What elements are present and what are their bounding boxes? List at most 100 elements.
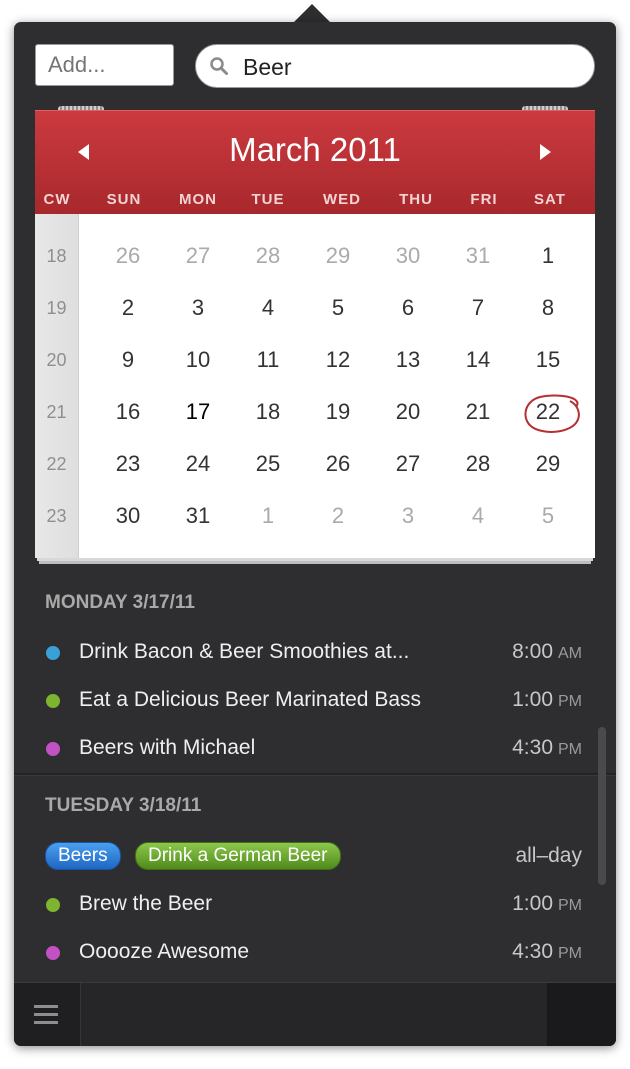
section-divider [14,773,616,776]
day-cell[interactable]: 28 [453,451,503,477]
week-number: 19 [46,298,67,318]
search-icon [210,57,228,75]
weekday-label: TUE [251,191,285,208]
event-color-dot [46,694,60,708]
day-cell[interactable]: 19 [313,399,363,425]
day-cell[interactable]: 12 [313,347,363,373]
event-title: Eat a Delicious Beer Marinated Bass [79,688,421,711]
event-title: Beers with Michael [79,736,256,759]
day-cell[interactable]: 13 [383,347,433,373]
event-title: Brew the Beer [79,892,213,915]
day-cell[interactable]: 22 [523,399,573,425]
allday-label: all–day [515,844,582,867]
allday-event-pill[interactable]: Beers [45,842,121,870]
day-cell[interactable]: 1 [243,503,293,529]
event-time: 4:30 PM [512,736,582,759]
menu-icon[interactable] [34,1005,58,1025]
calendar-popover: March 2011 CWSUNMONTUEWEDTHUFRISAT 18262… [14,22,616,1046]
section-title-monday: MONDAY 3/17/11 [45,592,195,613]
day-cell[interactable]: 8 [523,295,573,321]
search-field[interactable] [195,44,595,88]
weekday-label: SUN [106,191,142,208]
day-cell[interactable]: 3 [383,503,433,529]
week-number: 20 [46,350,67,370]
weekday-label: SAT [534,191,566,208]
triangle-right-icon [540,144,551,160]
day-cell[interactable]: 14 [453,347,503,373]
day-cell[interactable]: 26 [103,243,153,269]
week-number: 22 [46,454,67,474]
event-item[interactable]: Ooooze Awesome 4:30 PM [14,932,616,972]
next-month-button[interactable] [530,137,560,167]
day-cell[interactable]: 27 [383,451,433,477]
page-stack-edge [39,561,591,564]
weekday-label: THU [399,191,433,208]
event-color-dot [46,742,60,756]
day-cell[interactable]: 5 [313,295,363,321]
day-cell[interactable]: 5 [523,503,573,529]
event-color-dot [46,646,60,660]
day-cell[interactable]: 27 [173,243,223,269]
day-cell[interactable]: 29 [523,451,573,477]
day-cell[interactable]: 30 [383,243,433,269]
month-title: March 2011 [229,131,401,168]
calendar-header: March 2011 CW SUN MON TUE WED THU FRI SAT [35,110,595,215]
day-cell[interactable]: 15 [523,347,573,373]
day-cell[interactable]: 21 [453,399,503,425]
day-cell[interactable]: 10 [173,347,223,373]
day-cell[interactable]: 18 [243,399,293,425]
weekday-label: MON [179,191,217,208]
weekday-header-row: CW SUN MON TUE WED THU FRI SAT [35,191,595,211]
weekday-label: CW [43,191,71,208]
event-time: 1:00 PM [512,688,582,711]
event-color-dot [46,946,60,960]
footer-right [548,983,616,1046]
search-input[interactable] [241,51,585,83]
event-time: 8:00 AM [512,640,582,663]
footer-bar [14,982,616,1046]
section-title-tuesday: TUESDAY 3/18/11 [45,795,202,816]
day-cell[interactable]: 28 [243,243,293,269]
week-number: 23 [46,506,67,526]
calendar-grid: 18 26 27 28 29 30 31 1 19 2 3 4 5 6 7 8 20 9 10 11 12 13 14 15 2… [35,214,595,558]
day-cell[interactable]: 31 [453,243,503,269]
event-item[interactable]: Drink Bacon & Beer Smoothies at... 8:00 A… [14,632,616,672]
day-cell[interactable]: 7 [453,295,503,321]
day-cell[interactable]: 23 [103,451,153,477]
day-cell[interactable]: 2 [103,295,153,321]
weekday-label: WED [323,191,361,208]
day-cell[interactable]: 4 [453,503,503,529]
popover-arrow [293,4,331,23]
event-title: Ooooze Awesome [79,940,250,963]
weekday-label: FRI [470,191,498,208]
day-cell[interactable]: 16 [103,399,153,425]
day-cell[interactable]: 25 [243,451,293,477]
day-cell[interactable]: 6 [383,295,433,321]
day-cell[interactable]: 1 [523,243,573,269]
event-item[interactable]: Eat a Delicious Beer Marinated Bass 1:00… [14,680,616,720]
event-item[interactable]: Beers with Michael 4:30 PM [14,728,616,768]
day-cell[interactable]: 11 [243,347,293,373]
day-cell[interactable]: 3 [173,295,223,321]
day-cell[interactable]: 9 [103,347,153,373]
event-color-dot [46,898,60,912]
event-time: 1:00 PM [512,892,582,915]
event-time: 4:30 PM [512,940,582,963]
add-event-input[interactable] [35,44,174,86]
day-cell[interactable]: 29 [313,243,363,269]
allday-event-pill[interactable]: Drink a German Beer [135,842,341,870]
event-list-scrollbar[interactable] [598,727,606,885]
day-cell[interactable]: 26 [313,451,363,477]
day-cell[interactable]: 4 [243,295,293,321]
week-number: 18 [46,246,67,266]
day-cell[interactable]: 30 [103,503,153,529]
event-item[interactable]: Brew the Beer 1:00 PM [14,884,616,924]
footer-middle [80,983,548,1046]
day-cell[interactable]: 24 [173,451,223,477]
week-number: 21 [46,402,67,422]
day-cell[interactable]: 31 [173,503,223,529]
day-cell[interactable]: 2 [313,503,363,529]
day-cell[interactable]: 17 [173,399,223,425]
event-title: Drink Bacon & Beer Smoothies at... [79,640,410,663]
day-cell[interactable]: 20 [383,399,433,425]
